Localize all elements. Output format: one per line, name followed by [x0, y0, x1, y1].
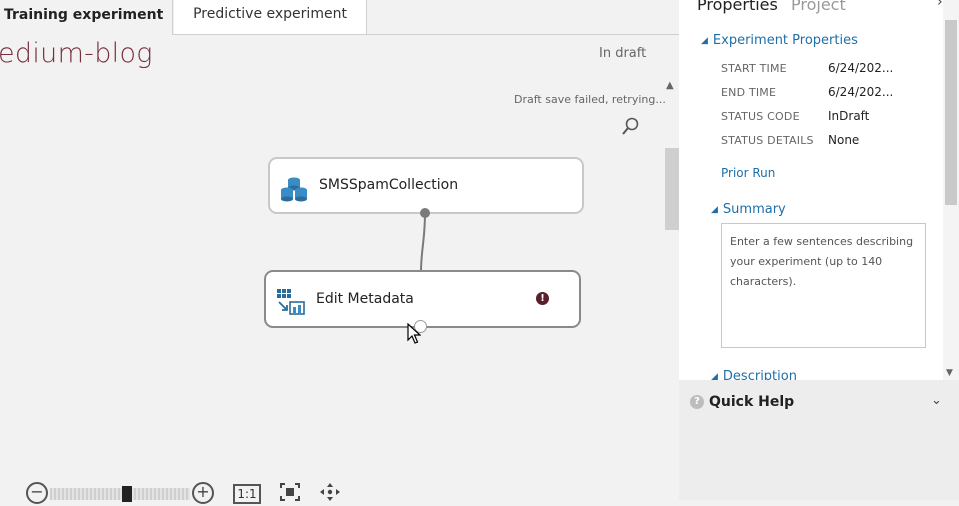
- edit-metadata-module-label: Edit Metadata: [316, 291, 414, 307]
- module-connector: [420, 212, 426, 273]
- edit-metadata-icon: [276, 288, 306, 320]
- prop-val-status-details: None: [828, 133, 860, 147]
- dataset-icon: [279, 173, 309, 207]
- prop-val-end-time: 6/24/202...: [828, 85, 894, 99]
- dataset-output-port[interactable]: [420, 208, 430, 218]
- collapse-triangle-icon: ◢: [711, 372, 718, 380]
- experiment-properties-header[interactable]: ◢ Experiment Properties: [701, 33, 858, 48]
- panel-collapse-icon[interactable]: ›: [937, 0, 943, 10]
- collapse-triangle-icon: ◢: [701, 36, 708, 46]
- edit-metadata-module[interactable]: Edit Metadata !: [264, 270, 581, 328]
- prop-val-start-time: 6/24/202...: [828, 61, 894, 75]
- mouse-cursor-icon: [407, 322, 422, 349]
- fit-to-screen-icon[interactable]: [279, 482, 301, 506]
- collapse-triangle-icon: ◢: [711, 205, 718, 215]
- summary-header[interactable]: ◢ Summary: [711, 202, 786, 217]
- pan-icon[interactable]: [318, 482, 342, 506]
- prop-key-status-details: STATUS DETAILS: [721, 134, 814, 147]
- zoom-out-button[interactable]: −: [26, 482, 48, 504]
- prop-key-end-time: END TIME: [721, 86, 777, 99]
- chevron-down-icon[interactable]: ⌄: [931, 393, 942, 408]
- prop-key-start-time: START TIME: [721, 62, 787, 75]
- summary-textarea[interactable]: Enter a few sentences describing your ex…: [721, 223, 926, 348]
- description-header[interactable]: ◢ Description: [711, 369, 797, 380]
- prior-run-link[interactable]: Prior Run: [721, 166, 775, 180]
- quick-help-panel[interactable]: ? Quick Help ⌄: [679, 380, 959, 500]
- actual-size-button[interactable]: 1:1: [233, 484, 261, 504]
- zoom-slider[interactable]: [50, 488, 190, 500]
- dataset-module[interactable]: SMSSpamCollection: [268, 157, 584, 214]
- tab-properties[interactable]: Properties: [697, 0, 778, 14]
- zoom-in-button[interactable]: +: [192, 482, 214, 504]
- help-icon: ?: [690, 395, 704, 409]
- quick-help-label: Quick Help: [709, 394, 795, 410]
- panel-scrollbar-thumb[interactable]: [945, 20, 957, 205]
- prop-val-status-code: InDraft: [828, 109, 870, 123]
- panel-scroll-down-icon[interactable]: ▼: [946, 368, 953, 378]
- prop-key-status-code: STATUS CODE: [721, 110, 800, 123]
- tab-project[interactable]: Project: [791, 0, 846, 14]
- warning-icon[interactable]: !: [536, 292, 549, 305]
- dataset-module-label: SMSSpamCollection: [319, 177, 459, 193]
- properties-panel: Properties Project › ◢ Experiment Propert…: [679, 0, 959, 380]
